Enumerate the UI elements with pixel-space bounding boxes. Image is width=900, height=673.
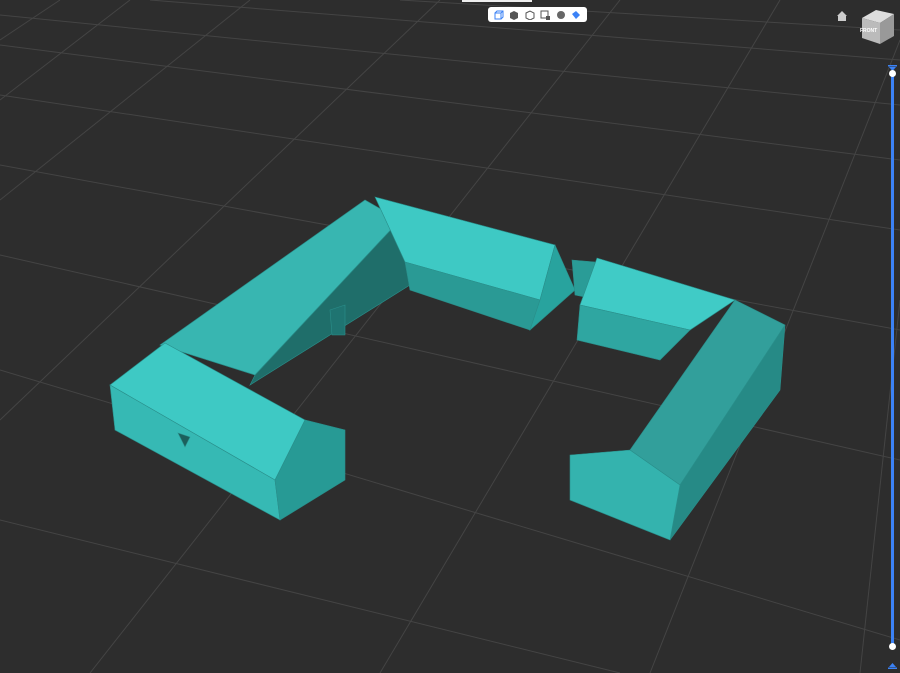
inner-wall — [329, 304, 346, 336]
view-cube[interactable] — [858, 6, 896, 46]
slider-bottom-cap-icon[interactable] — [888, 662, 897, 669]
3d-viewport[interactable] — [0, 0, 900, 673]
paint-bucket-icon[interactable] — [571, 9, 582, 20]
slider-bottom-handle[interactable] — [889, 643, 896, 650]
section-box-icon[interactable] — [540, 9, 551, 20]
sphere-material-icon[interactable] — [555, 9, 566, 20]
view-cube-front-label: FRONT — [860, 28, 878, 34]
section-slider-track[interactable] — [891, 73, 894, 646]
building-model[interactable] — [109, 196, 786, 541]
solid-cube-icon[interactable] — [509, 9, 520, 20]
slider-top-handle[interactable] — [889, 70, 896, 77]
wireframe-cube-icon[interactable] — [524, 9, 535, 20]
perspective-cube-icon[interactable] — [493, 9, 504, 20]
view-toolbar — [488, 7, 587, 22]
top-indicator — [462, 0, 532, 2]
home-view-icon[interactable] — [836, 10, 848, 22]
